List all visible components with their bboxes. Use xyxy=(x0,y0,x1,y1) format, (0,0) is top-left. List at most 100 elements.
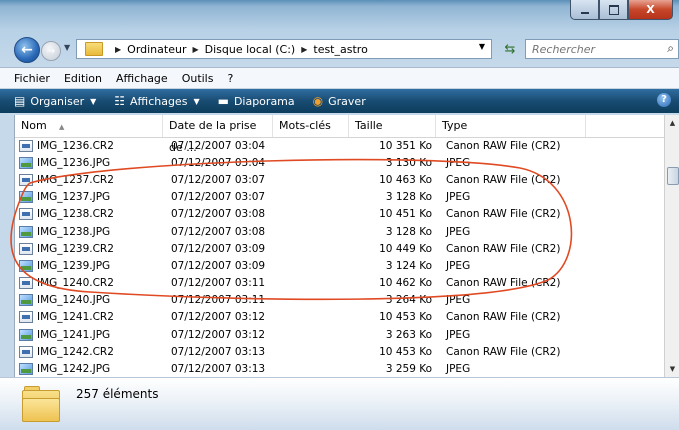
file-row[interactable]: IMG_1239.JPG 07/12/2007 03:09 3 124 Ko JPEG xyxy=(15,257,665,274)
menu-edition[interactable]: Edition xyxy=(64,72,102,85)
column-size[interactable]: Taille xyxy=(349,115,436,137)
file-size: 10 449 Ko xyxy=(379,242,432,255)
raw-file-icon xyxy=(19,277,33,290)
file-date: 07/12/2007 03:07 xyxy=(171,173,266,186)
burn-button[interactable]: ◉ Graver xyxy=(313,94,366,108)
file-type: Canon RAW File (CR2) xyxy=(446,208,561,221)
jpeg-file-icon xyxy=(19,259,33,272)
file-row[interactable]: IMG_1240.CR2 07/12/2007 03:11 10 462 Ko Can… xyxy=(15,275,665,292)
file-size: 10 451 Ko xyxy=(379,208,432,221)
file-type: JPEG xyxy=(446,156,471,169)
details-pane: 257 éléments xyxy=(0,377,679,430)
file-type: Canon RAW File (CR2) xyxy=(446,139,561,152)
file-row[interactable]: IMG_1237.JPG 07/12/2007 03:07 3 128 Ko JPEG xyxy=(15,189,665,206)
minimize-button[interactable] xyxy=(570,0,599,20)
file-name: IMG_1237.JPG xyxy=(15,191,163,204)
file-date: 07/12/2007 03:11 xyxy=(171,294,266,307)
breadcrumb-local-disk[interactable]: Disque local (C:) xyxy=(205,43,296,56)
file-date: 07/12/2007 03:12 xyxy=(171,328,266,341)
file-row[interactable]: IMG_1242.JPG 07/12/2007 03:13 3 259 Ko JPEG xyxy=(15,360,665,377)
menu-fichier[interactable]: Fichier xyxy=(14,72,50,85)
file-row[interactable]: IMG_1236.CR2 07/12/2007 03:04 10 351 Ko Can… xyxy=(15,137,665,154)
scroll-down-icon[interactable]: ▼ xyxy=(665,361,679,377)
raw-file-icon xyxy=(19,311,33,324)
file-date: 07/12/2007 03:08 xyxy=(171,208,266,221)
views-label: Affichages xyxy=(130,94,188,108)
column-tags[interactable]: Mots-clés xyxy=(273,115,349,137)
address-dropdown-icon[interactable]: ▼ xyxy=(479,42,485,51)
file-type: JPEG xyxy=(446,328,471,341)
breadcrumb-chevron-icon[interactable]: ▶ xyxy=(192,45,198,54)
file-date: 07/12/2007 03:13 xyxy=(171,363,266,376)
column-size-label: Taille xyxy=(355,119,383,132)
file-name-text: IMG_1240.CR2 xyxy=(37,277,114,290)
burn-label: Graver xyxy=(328,94,366,108)
file-row[interactable]: IMG_1239.CR2 07/12/2007 03:09 10 449 Ko Can… xyxy=(15,240,665,257)
file-row[interactable]: IMG_1236.JPG 07/12/2007 03:04 3 130 Ko JPEG xyxy=(15,154,665,171)
scroll-thumb[interactable] xyxy=(667,167,679,185)
raw-file-icon xyxy=(19,173,33,186)
organize-icon: ▤ xyxy=(14,94,26,108)
file-type: Canon RAW File (CR2) xyxy=(446,277,561,290)
file-name-text: IMG_1239.JPG xyxy=(37,259,111,272)
refresh-button[interactable]: ⇆ xyxy=(497,39,523,59)
file-row[interactable]: IMG_1240.JPG 07/12/2007 03:11 3 264 Ko JPEG xyxy=(15,292,665,309)
file-list: ▲ Nom Date de la prise de ... Mots-clés … xyxy=(14,115,665,377)
refresh-icon: ⇆ xyxy=(504,41,516,57)
arrow-left-icon: ← xyxy=(21,42,33,58)
breadcrumb-computer[interactable]: Ordinateur xyxy=(127,43,186,56)
scroll-up-icon[interactable]: ▲ xyxy=(665,115,679,131)
menu-outils[interactable]: Outils xyxy=(182,72,214,85)
file-date: 07/12/2007 03:12 xyxy=(171,311,266,324)
breadcrumb-test-astro[interactable]: test_astro xyxy=(313,43,367,56)
column-date[interactable]: Date de la prise de ... xyxy=(163,115,273,154)
forward-button[interactable]: → xyxy=(41,41,61,61)
file-name: IMG_1240.CR2 xyxy=(15,277,163,290)
menu-help[interactable]: ? xyxy=(227,72,233,85)
recent-pages-dropdown[interactable]: ▼ xyxy=(64,43,70,52)
search-icon[interactable]: ⌕ xyxy=(667,41,674,56)
vertical-scrollbar[interactable]: ▲ ▼ xyxy=(664,115,679,377)
breadcrumb-chevron-icon[interactable]: ▶ xyxy=(115,45,121,54)
sort-ascending-icon: ▲ xyxy=(59,123,65,131)
file-name-text: IMG_1236.JPG xyxy=(37,156,111,169)
file-name-text: IMG_1237.CR2 xyxy=(37,173,114,186)
file-name-text: IMG_1238.CR2 xyxy=(37,208,114,221)
file-row[interactable]: IMG_1238.CR2 07/12/2007 03:08 10 451 Ko Can… xyxy=(15,206,665,223)
file-type: JPEG xyxy=(446,259,471,272)
column-header: ▲ Nom Date de la prise de ... Mots-clés … xyxy=(15,115,665,154)
file-row[interactable]: IMG_1237.CR2 07/12/2007 03:07 10 463 Ko Can… xyxy=(15,171,665,188)
file-date: 07/12/2007 03:09 xyxy=(171,259,266,272)
file-name: IMG_1240.JPG xyxy=(15,294,163,307)
back-button[interactable]: ← xyxy=(14,37,40,63)
file-size: 10 453 Ko xyxy=(379,311,432,324)
organize-button[interactable]: ▤ Organiser ▼ xyxy=(14,94,96,108)
file-row[interactable]: IMG_1241.JPG 07/12/2007 03:12 3 263 Ko JPEG xyxy=(15,326,665,343)
file-name-text: IMG_1241.CR2 xyxy=(37,311,114,324)
search-box: ⌕ xyxy=(525,39,679,59)
file-row[interactable]: IMG_1242.CR2 07/12/2007 03:13 10 453 Ko Can… xyxy=(15,343,665,360)
column-name[interactable]: ▲ Nom xyxy=(15,115,163,137)
breadcrumb-chevron-icon[interactable]: ▶ xyxy=(301,45,307,54)
menu-affichage[interactable]: Affichage xyxy=(116,72,168,85)
file-row[interactable]: IMG_1238.JPG 07/12/2007 03:08 3 128 Ko JPEG xyxy=(15,223,665,240)
views-button[interactable]: ☷ Affichages ▼ xyxy=(114,94,199,108)
slideshow-button[interactable]: ▬ Diaporama xyxy=(218,94,295,108)
address-bar[interactable]: ▶ Ordinateur ▶ Disque local (C:) ▶ test_… xyxy=(76,39,492,59)
file-row[interactable]: IMG_1241.CR2 07/12/2007 03:12 10 453 Ko Can… xyxy=(15,309,665,326)
file-date: 07/12/2007 03:13 xyxy=(171,345,266,358)
search-input[interactable] xyxy=(526,40,652,58)
jpeg-file-icon xyxy=(19,225,33,238)
maximize-button[interactable] xyxy=(599,0,628,20)
file-type: Canon RAW File (CR2) xyxy=(446,345,561,358)
file-date: 07/12/2007 03:04 xyxy=(171,139,266,152)
column-type[interactable]: Type xyxy=(436,115,586,137)
close-button[interactable]: X xyxy=(628,0,673,20)
file-size: 10 351 Ko xyxy=(379,139,432,152)
help-icon[interactable]: ? xyxy=(657,93,671,107)
caption-buttons: X xyxy=(570,0,673,20)
file-name-text: IMG_1241.JPG xyxy=(37,328,111,341)
file-type: JPEG xyxy=(446,225,471,238)
chevron-down-icon: ▼ xyxy=(193,96,200,106)
file-name: IMG_1239.CR2 xyxy=(15,242,163,255)
